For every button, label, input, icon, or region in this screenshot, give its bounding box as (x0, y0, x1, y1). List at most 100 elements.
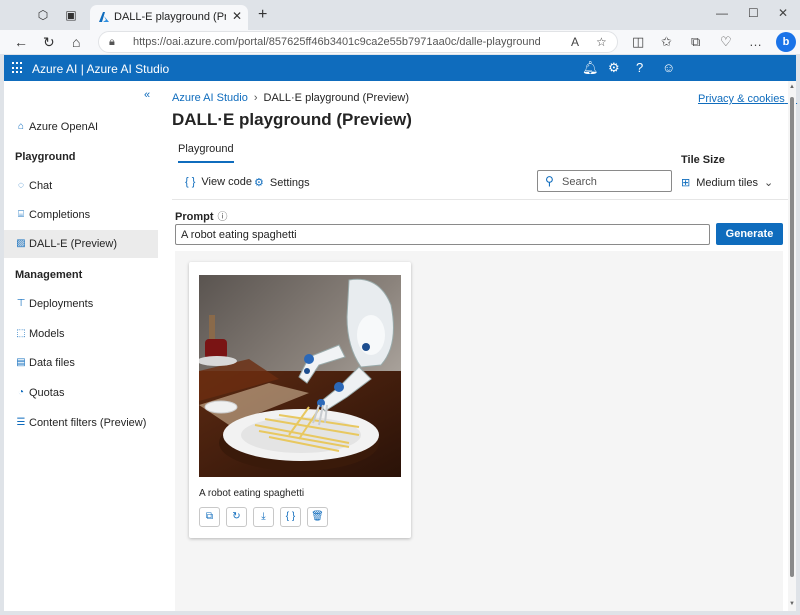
code-icon[interactable]: { } (280, 507, 301, 527)
sidebar-item-data-files[interactable]: ▤ Data files (4, 349, 158, 377)
sidebar-item-completions[interactable]: ⌸ Completions (4, 201, 158, 229)
home-icon: ⌂ (17, 121, 25, 132)
tile-size-label: Tile Size (681, 154, 725, 166)
notifications-icon[interactable]: 🔔︎ (582, 60, 599, 76)
chevron-down-icon: ⌄ (763, 177, 774, 189)
search-input[interactable]: ⚲ Search (537, 170, 672, 192)
browser-tab-title: DALL-E playground (Preview) | A... (114, 11, 226, 23)
maximize-icon[interactable]: ☐ (748, 6, 759, 20)
privacy-cookies-link[interactable]: Privacy & cookies ↗ (698, 92, 797, 105)
main-content: Azure AI Studio › DALL·E playground (Previ… (158, 81, 797, 611)
sidebar-item-dalle[interactable]: ▨ DALL-E (Preview) (4, 230, 158, 258)
divider (172, 199, 788, 200)
image-gallery: A robot eating spaghetti ⧉ ↻ ⤓ { } 🗑︎ (175, 251, 783, 611)
breadcrumb: Azure AI Studio › DALL·E playground (Previ… (172, 92, 409, 104)
download-icon[interactable]: ⤓ (253, 507, 274, 527)
new-tab-icon[interactable]: + (258, 6, 267, 24)
search-placeholder: Search (562, 176, 597, 188)
favorites-icon[interactable]: ✩ (661, 34, 672, 50)
regenerate-icon[interactable]: ↻ (226, 507, 247, 527)
help-icon[interactable]: ? (636, 60, 643, 75)
breadcrumb-current: DALL·E playground (Preview) (263, 92, 410, 104)
sidebar-item-quotas[interactable]: ◔ Quotas (4, 379, 158, 407)
more-options-icon[interactable]: … (749, 34, 762, 49)
copy-icon[interactable]: ⧉ (199, 507, 220, 527)
info-icon[interactable]: ⓘ (218, 212, 228, 223)
url-field[interactable]: 🔒︎ https://oai.azure.com/portal/857625ff… (98, 31, 618, 53)
image-caption: A robot eating spaghetti (199, 488, 305, 499)
breadcrumb-root-link[interactable]: Azure AI Studio (172, 92, 248, 104)
workspaces-icon[interactable]: ⬡ (36, 8, 50, 22)
sidebar-section-playground: Playground (15, 151, 76, 163)
generated-image[interactable] (199, 275, 401, 477)
read-aloud-icon[interactable]: A (571, 35, 579, 49)
sidebar-item-label: Chat (29, 180, 53, 192)
browser-tab-bar: ⬡ ▣ DALL-E playground (Preview) | A... ✕… (0, 0, 800, 30)
sidebar-item-label: Models (29, 328, 65, 340)
tile-size-value: Medium tiles (696, 177, 758, 189)
page-title: DALL·E playground (Preview) (172, 110, 412, 129)
browser-tab[interactable]: DALL-E playground (Preview) | A... ✕ (90, 5, 248, 30)
settings-button[interactable]: ⚙ Settings (254, 176, 310, 189)
sidebar-item-label: Completions (29, 209, 91, 221)
sidebar-item-models[interactable]: ⬚ Models (4, 320, 158, 348)
completions-icon: ⌸ (18, 209, 24, 220)
robot-eating-spaghetti-image (199, 275, 401, 477)
image-card: A robot eating spaghetti ⧉ ↻ ⤓ { } 🗑︎ (189, 262, 411, 538)
tab-actions-icon[interactable]: ▣ (64, 8, 78, 22)
scrollbar[interactable]: ▲ ▼ (788, 81, 796, 611)
generate-button[interactable]: Generate (716, 223, 783, 245)
breadcrumb-separator-icon: › (253, 92, 258, 104)
sidebar-item-azure-openai[interactable]: ⌂ Azure OpenAI (4, 113, 158, 141)
search-icon: ⚲ (545, 174, 554, 188)
code-braces-icon: { } (185, 176, 196, 188)
lock-icon: 🔒︎ (109, 36, 115, 48)
grid-icon: ⊞ (681, 177, 691, 189)
refresh-icon[interactable]: ↻ (43, 34, 55, 50)
view-code-label: View code (201, 176, 252, 188)
url-text: https://oai.azure.com/portal/857625ff46b… (133, 36, 541, 48)
sidebar-item-label: DALL-E (Preview) (29, 238, 118, 250)
sidebar-section-management: Management (15, 269, 83, 281)
gear-icon: ⚙ (254, 177, 264, 189)
tile-size-dropdown[interactable]: ⊞ Medium tiles ⌄ (681, 176, 773, 189)
scroll-down-icon[interactable]: ▼ (789, 601, 795, 607)
chat-icon: ◌ (18, 180, 24, 191)
browser-address-bar: ← ↻ ⌂ 🔒︎ https://oai.azure.com/portal/85… (0, 30, 800, 54)
sidebar-item-label: Deployments (29, 298, 94, 310)
deployments-icon: ⊤ (16, 298, 26, 309)
content-filters-icon: ☰ (16, 417, 26, 428)
minimize-icon[interactable]: — (716, 6, 728, 20)
sidebar: « ⌂ Azure OpenAI Playground ◌ Chat ⌸ Com… (4, 81, 158, 611)
app-launcher-icon[interactable] (12, 62, 24, 74)
collapse-sidebar-icon[interactable]: « (144, 89, 150, 101)
scrollbar-thumb[interactable] (790, 97, 794, 577)
sidebar-item-label: Azure OpenAI (29, 121, 99, 133)
feedback-icon[interactable]: ☺ (662, 60, 675, 75)
back-icon[interactable]: ← (14, 34, 28, 50)
browser-essentials-icon[interactable]: ♡ (720, 34, 732, 50)
sidebar-item-label: Data files (29, 357, 75, 369)
prompt-label-text: Prompt (175, 211, 214, 223)
settings-gear-icon[interactable]: ⚙ (608, 60, 620, 76)
tab-playground[interactable]: Playground (178, 143, 234, 163)
view-code-button[interactable]: { } View code (185, 176, 252, 188)
close-tab-icon[interactable]: ✕ (232, 9, 242, 23)
azure-header: Azure AI | Azure AI Studio 🔔︎ ⚙ ? ☺ (4, 55, 796, 81)
sidebar-item-chat[interactable]: ◌ Chat (4, 172, 158, 200)
sidebar-item-label: Quotas (29, 387, 65, 399)
bing-copilot-icon[interactable]: b (776, 32, 796, 52)
delete-icon[interactable]: 🗑︎ (307, 507, 328, 527)
favorite-star-icon[interactable]: ☆ (596, 35, 607, 49)
scroll-up-icon[interactable]: ▲ (789, 84, 795, 90)
prompt-input[interactable] (175, 224, 710, 245)
close-window-icon[interactable]: ✕ (778, 6, 788, 20)
sidebar-item-content-filters[interactable]: ☰ Content filters (Preview) (4, 409, 158, 437)
azure-favicon-icon (99, 12, 109, 22)
split-screen-icon[interactable]: ◫ (632, 34, 644, 50)
header-brand[interactable]: Azure AI | Azure AI Studio (32, 62, 169, 76)
sidebar-item-deployments[interactable]: ⊤ Deployments (4, 290, 158, 318)
collections-icon[interactable]: ⧉ (691, 34, 700, 50)
home-icon[interactable]: ⌂ (72, 34, 80, 50)
image-icon: ▨ (16, 238, 26, 249)
